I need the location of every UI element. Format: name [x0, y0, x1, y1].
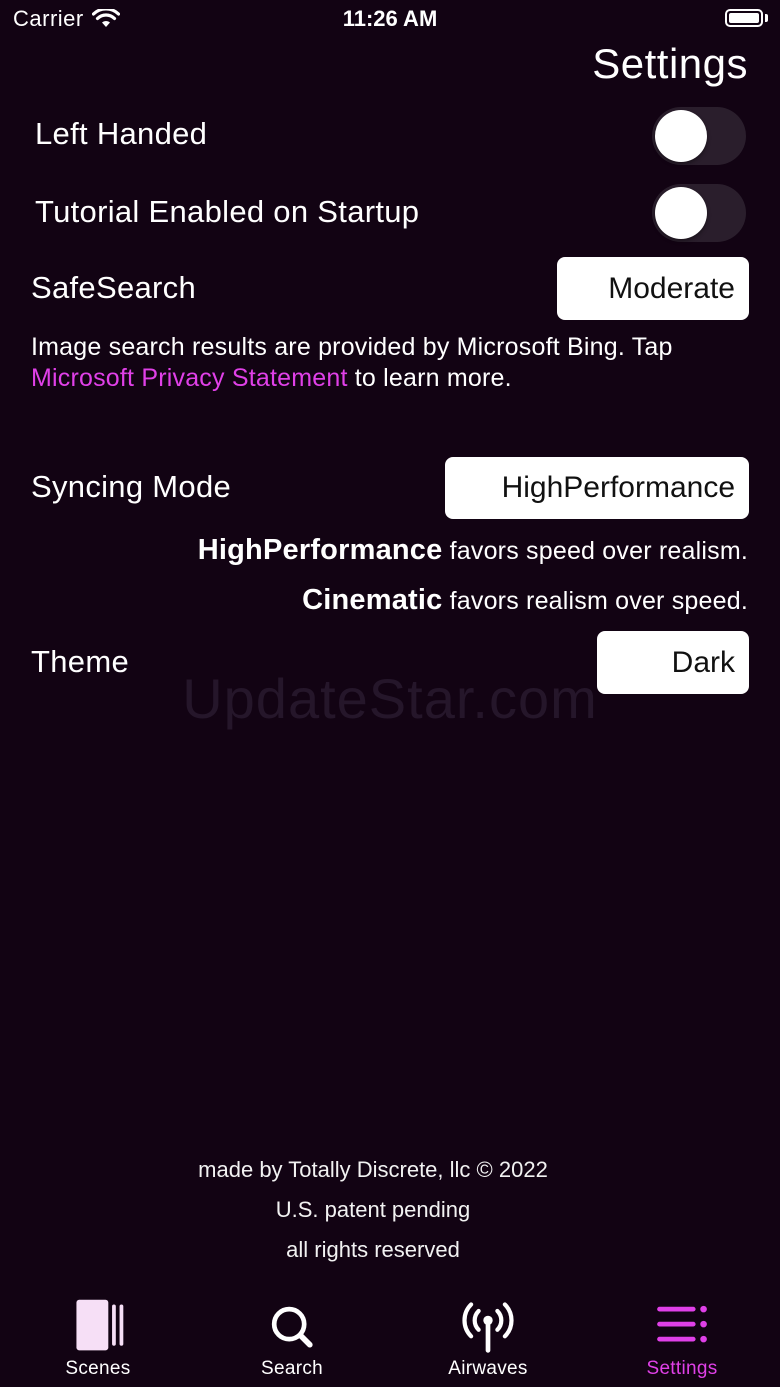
- tab-search[interactable]: Search: [222, 1296, 362, 1380]
- bing-info-text: Image search results are provided by Mic…: [31, 332, 751, 394]
- cinematic-name: Cinematic: [302, 584, 443, 616]
- tab-label: Search: [260, 1358, 323, 1379]
- cinematic-text: favors realism over speed.: [442, 587, 748, 615]
- toggle-knob: [655, 110, 707, 162]
- highperformance-description: HighPerformance favors speed over realis…: [198, 534, 748, 567]
- info-prefix: Image search results are provided by Mic…: [31, 333, 673, 361]
- left-handed-toggle[interactable]: [652, 107, 746, 165]
- toggle-knob: [655, 187, 707, 239]
- safesearch-picker[interactable]: Moderate: [557, 257, 749, 320]
- footer-credit: made by Totally Discrete, llc © 2022: [198, 1157, 548, 1182]
- settings-icon: [657, 1305, 707, 1343]
- footer-patent: U.S. patent pending: [275, 1197, 471, 1222]
- status-time: 11:26 AM: [342, 6, 438, 31]
- tab-label: Settings: [646, 1358, 718, 1379]
- syncing-mode-label: Syncing Mode: [31, 469, 232, 504]
- tab-label: Scenes: [65, 1358, 131, 1379]
- watermark: UpdateStar.com: [182, 667, 598, 730]
- tab-scenes[interactable]: Scenes: [28, 1296, 168, 1380]
- privacy-statement-link[interactable]: Microsoft Privacy Statement: [31, 364, 348, 392]
- safesearch-label: SafeSearch: [31, 270, 196, 305]
- left-handed-label: Left Handed: [35, 116, 208, 151]
- syncing-mode-picker[interactable]: HighPerformance: [445, 457, 749, 519]
- scenes-icon: [76, 1299, 124, 1351]
- highperformance-text: favors speed over realism.: [442, 537, 748, 565]
- info-suffix: to learn more.: [347, 364, 512, 392]
- tutorial-toggle[interactable]: [652, 184, 746, 242]
- battery-icon: [725, 9, 763, 27]
- highperformance-name: HighPerformance: [197, 534, 443, 566]
- tab-settings[interactable]: Settings: [612, 1296, 752, 1380]
- battery-tip: [765, 14, 768, 22]
- page-title: Settings: [592, 40, 748, 87]
- tab-airwaves[interactable]: Airwaves: [418, 1296, 558, 1380]
- footer-rights: all rights reserved: [286, 1237, 460, 1262]
- tutorial-label: Tutorial Enabled on Startup: [35, 194, 420, 229]
- airwaves-icon: [462, 1302, 514, 1353]
- cinematic-description: Cinematic favors realism over speed.: [302, 584, 748, 617]
- tab-label: Airwaves: [448, 1358, 528, 1379]
- search-icon: [271, 1306, 313, 1348]
